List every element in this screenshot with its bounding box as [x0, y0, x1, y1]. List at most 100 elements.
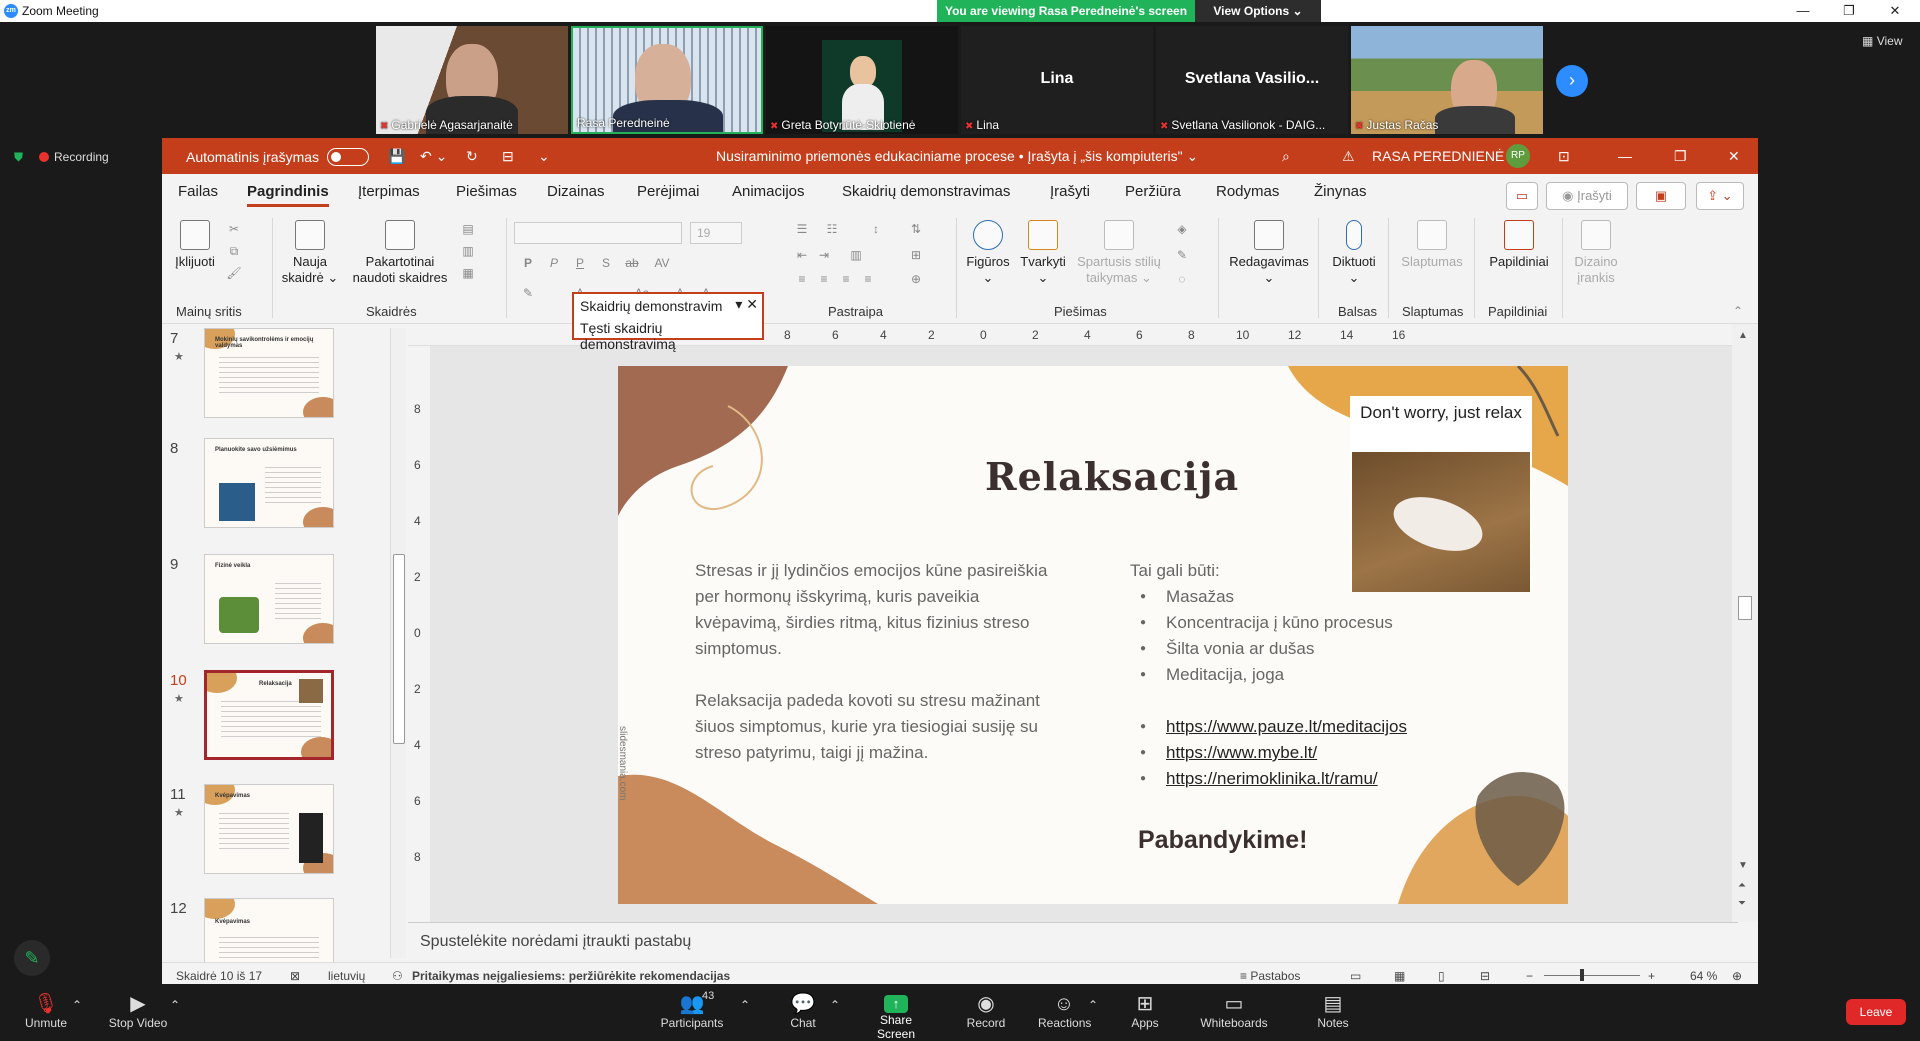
smartart-icon[interactable]: ⊕	[906, 272, 926, 290]
autosave-toggle[interactable]: Automatinis įrašymas	[186, 148, 370, 166]
slide-body-right[interactable]: Tai gali būti: Masažas Koncentracija į k…	[1130, 558, 1530, 792]
notes-zoom-button[interactable]: ▤ Notes	[1316, 992, 1350, 1030]
slide-title[interactable]: Relaksacija	[985, 454, 1239, 499]
dictate-button[interactable]: Diktuoti ⌄	[1326, 220, 1382, 286]
slide-counter[interactable]: Skaidrė 10 iš 17	[176, 969, 262, 983]
addins-button[interactable]: Papildiniai	[1482, 220, 1556, 270]
participant-tile[interactable]: ✖ Gabrielė Agasarjanaitė	[376, 26, 568, 134]
search-icon[interactable]: ⌕	[1282, 148, 1290, 165]
editor-scrollbar[interactable]: ▲ ▼ ⏶ ⏷	[1732, 324, 1758, 922]
slide-thumbnail[interactable]: Fizinė veikla	[204, 554, 334, 644]
tab-transitions[interactable]: Perėjimai	[637, 183, 700, 200]
leave-button[interactable]: Leave	[1846, 999, 1906, 1025]
format-painter-icon[interactable]: 🖌	[224, 266, 244, 284]
prev-slide-icon[interactable]: ⏶	[1738, 880, 1746, 891]
numbering-icon[interactable]: ☷	[822, 222, 842, 240]
close-icon[interactable]: ✕	[1872, 0, 1918, 22]
ppt-minimize-icon[interactable]: —	[1618, 148, 1632, 164]
user-name[interactable]: RASA PEREDNIENĖ	[1372, 148, 1504, 164]
tab-help[interactable]: Žinynas	[1314, 183, 1367, 200]
record-zoom-button[interactable]: ◉ Record	[966, 992, 1006, 1030]
arrange-button[interactable]: Tvarkyti ⌄	[1018, 220, 1068, 286]
record-button[interactable]: ◉ Įrašyti	[1546, 182, 1628, 210]
tab-home[interactable]: Pagrindinis	[247, 183, 329, 207]
reactions-options-icon[interactable]: ⌃	[1088, 998, 1098, 1012]
scroll-down-icon[interactable]: ▼	[1738, 860, 1748, 871]
redo-icon[interactable]: ↻	[466, 148, 478, 165]
reading-view-icon[interactable]: ▯	[1438, 969, 1445, 983]
copy-icon[interactable]: ⧉	[224, 244, 244, 262]
ppt-close-icon[interactable]: ✕	[1728, 148, 1740, 165]
slide-thumbnail-selected[interactable]: Relaksacija	[204, 670, 334, 760]
fit-slide-icon[interactable]: ⊕	[1732, 969, 1742, 983]
tab-file[interactable]: Failas	[178, 183, 218, 200]
slide-thumbnail[interactable]: Planuokite savo užsiėmimus	[204, 438, 334, 528]
participant-tile[interactable]: Lina ✖ Lina	[961, 26, 1153, 134]
align-right-icon[interactable]: ≡	[836, 272, 856, 290]
ribbon-display-icon[interactable]: ⊡	[1558, 148, 1570, 165]
notes-button[interactable]: ≡ Pastabos	[1240, 969, 1300, 983]
restore-icon[interactable]: ❐	[1826, 0, 1872, 22]
slideshow-popup[interactable]: Skaidrių demonstravim ▾ ✕ Tęsti skaidrių…	[572, 292, 764, 352]
zoom-slider[interactable]	[1544, 975, 1640, 976]
relax-gif[interactable]: Don't worry, just relax	[1350, 396, 1532, 592]
scroll-up-icon[interactable]: ▲	[1738, 330, 1748, 341]
sensitivity-button[interactable]: Slaptumas	[1396, 220, 1468, 270]
paste-button[interactable]: Įklijuoti	[170, 220, 220, 270]
view-options-button[interactable]: View Options ⌄	[1195, 0, 1321, 22]
participant-tile[interactable]: ✖ Justas Račas	[1351, 26, 1543, 134]
next-page-icon[interactable]: ›	[1556, 65, 1588, 97]
link-pauze[interactable]: https://www.pauze.lt/meditacijos	[1166, 717, 1407, 736]
reuse-slides-button[interactable]: Pakartotinai naudoti skaidres	[348, 220, 452, 286]
chat-button[interactable]: 💬 Chat	[786, 992, 820, 1030]
tab-insert[interactable]: Įterpimas	[358, 183, 420, 200]
editing-button[interactable]: Redagavimas ⌄	[1226, 220, 1312, 286]
next-slide-icon[interactable]: ⏷	[1738, 898, 1746, 909]
apps-button[interactable]: ⊞ Apps	[1130, 992, 1160, 1030]
zoom-level[interactable]: 64 %	[1690, 969, 1717, 983]
customize-qat-icon[interactable]: ⌄	[538, 148, 550, 165]
tab-review[interactable]: Peržiūra	[1125, 183, 1181, 200]
participants-options-icon[interactable]: ⌃	[740, 998, 750, 1012]
zoom-in-icon[interactable]: +	[1648, 969, 1655, 983]
view-button[interactable]: ▦ View	[1862, 34, 1902, 48]
italic-icon[interactable]: P	[544, 256, 564, 274]
layout-icon[interactable]: ▤	[458, 222, 478, 240]
share-icon[interactable]: ⇪ ⌄	[1696, 182, 1744, 210]
increase-indent-icon[interactable]: ⇥	[814, 248, 834, 266]
document-title[interactable]: Nusiraminimo priemonės edukaciniame proc…	[716, 148, 1198, 165]
tab-slideshow[interactable]: Skaidrių demonstravimas	[842, 183, 1010, 200]
share-screen-button[interactable]: ↑ Share Screen	[860, 992, 932, 1041]
undo-icon[interactable]: ↶ ⌄	[420, 148, 447, 165]
thumbnails-scrollbar[interactable]	[390, 328, 406, 958]
spelling-icon[interactable]: ⊠	[290, 969, 300, 983]
align-left-icon[interactable]: ≡	[792, 272, 812, 290]
slide-body-left[interactable]: Stresas ir jį lydinčios emocijos kūne pa…	[695, 558, 1055, 792]
bold-icon[interactable]: P	[518, 256, 538, 274]
participant-tile[interactable]: Svetlana Vasilio... ✖ Svetlana Vasilionok…	[1156, 26, 1348, 134]
font-name-input[interactable]	[514, 222, 682, 244]
unmute-button[interactable]: 🎙 Unmute	[24, 992, 68, 1030]
normal-view-icon[interactable]: ▭	[1350, 969, 1361, 983]
present-teams-icon[interactable]: ▣	[1636, 182, 1686, 210]
toggle-switch[interactable]	[327, 148, 370, 166]
annotate-pen-icon[interactable]: ✎	[14, 940, 50, 976]
justify-icon[interactable]: ≡	[858, 272, 878, 290]
link-mybe[interactable]: https://www.mybe.lt/	[1166, 743, 1317, 762]
tab-record[interactable]: Įrašyti	[1050, 183, 1090, 200]
tab-view[interactable]: Rodymas	[1216, 183, 1279, 200]
participant-tile-active[interactable]: Rasa Peredneinė	[571, 26, 763, 134]
collapse-ribbon-icon[interactable]: ⌃	[1728, 304, 1748, 322]
align-text-icon[interactable]: ⊞	[906, 248, 926, 266]
underline-icon[interactable]: P	[570, 256, 590, 274]
scroll-thumb[interactable]	[1738, 596, 1752, 620]
present-icon[interactable]: ⊟	[502, 148, 514, 165]
columns-icon[interactable]: ▥	[846, 248, 866, 266]
whiteboards-button[interactable]: ▭ Whiteboards	[1198, 992, 1270, 1030]
language[interactable]: lietuvių	[328, 969, 365, 983]
chat-options-icon[interactable]: ⌃	[830, 998, 840, 1012]
tab-design[interactable]: Dizainas	[547, 183, 605, 200]
font-size-input[interactable]: 19	[690, 222, 742, 244]
minimize-icon[interactable]: —	[1780, 0, 1826, 22]
zoom-slider-thumb[interactable]	[1580, 969, 1584, 981]
